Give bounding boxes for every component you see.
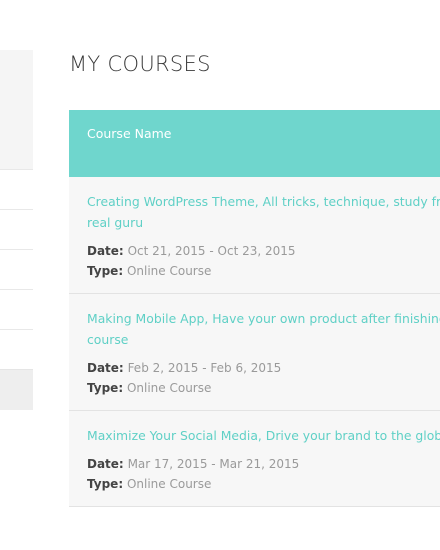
course-title-link[interactable]: Maximize Your Social Media, Drive your b… (87, 425, 440, 446)
course-title-link[interactable]: Creating WordPress Theme, All tricks, te… (87, 191, 440, 233)
sidebar-footer (0, 369, 33, 410)
date-value: Feb 2, 2015 - Feb 6, 2015 (127, 361, 282, 375)
date-label: Date: (87, 361, 124, 375)
table-row: Creating WordPress Theme, All tricks, te… (69, 177, 440, 294)
type-value: Online Course (126, 264, 212, 278)
sidebar-item[interactable] (0, 169, 33, 209)
sidebar-item[interactable] (0, 329, 33, 369)
type-label: Type: (87, 381, 124, 395)
sidebar-item[interactable] (0, 209, 33, 249)
type-value: Online Course (126, 477, 212, 491)
table-header: Course Name (69, 110, 440, 177)
page-title: MY COURSES (69, 52, 211, 76)
courses-table: Course Name Creating WordPress Theme, Al… (69, 110, 440, 507)
sidebar-item[interactable] (0, 289, 33, 329)
date-line: Date: Feb 2, 2015 - Feb 6, 2015 (87, 358, 440, 378)
sidebar-item[interactable] (0, 249, 33, 289)
page: MY COURSES Course Name Creating WordPres… (0, 0, 440, 550)
course-title-link[interactable]: Making Mobile App, Have your own product… (87, 308, 440, 350)
date-label: Date: (87, 244, 124, 258)
type-line: Type: Online Course (87, 474, 440, 494)
type-label: Type: (87, 264, 124, 278)
type-line: Type: Online Course (87, 378, 440, 398)
type-value: Online Course (126, 381, 212, 395)
type-line: Type: Online Course (87, 261, 440, 281)
date-value: Mar 17, 2015 - Mar 21, 2015 (127, 457, 300, 471)
column-header-course-name: Course Name (87, 126, 172, 141)
type-label: Type: (87, 477, 124, 491)
table-row: Maximize Your Social Media, Drive your b… (69, 411, 440, 507)
date-line: Date: Oct 21, 2015 - Oct 23, 2015 (87, 241, 440, 261)
date-label: Date: (87, 457, 124, 471)
date-line: Date: Mar 17, 2015 - Mar 21, 2015 (87, 454, 440, 474)
date-value: Oct 21, 2015 - Oct 23, 2015 (127, 244, 296, 258)
sidebar (0, 50, 33, 410)
table-row: Making Mobile App, Have your own product… (69, 294, 440, 411)
